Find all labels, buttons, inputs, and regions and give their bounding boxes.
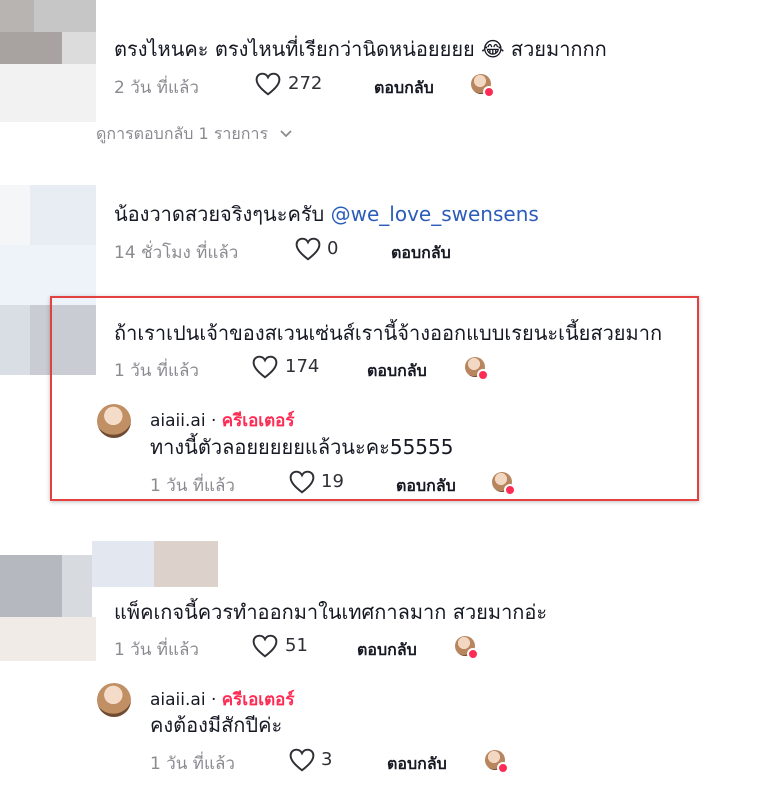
like-badge-icon: [504, 484, 516, 496]
like-button[interactable]: [255, 72, 281, 100]
like-count: 0: [327, 238, 339, 259]
comment-timestamp: 1 วัน ที่แล้ว: [114, 361, 199, 381]
separator: ·: [205, 690, 222, 710]
reply-button[interactable]: ตอบกลับ: [396, 474, 456, 499]
like-badge-icon: [483, 86, 495, 98]
separator: ·: [205, 411, 222, 431]
avatar[interactable]: [97, 404, 131, 438]
avatar[interactable]: [97, 683, 131, 717]
like-badge-icon: [477, 369, 489, 381]
username[interactable]: aiaii.ai: [150, 411, 206, 431]
comment-timestamp: 1 วัน ที่แล้ว: [114, 640, 199, 660]
reply-button[interactable]: ตอบกลับ: [374, 76, 434, 101]
heart-icon: [255, 72, 281, 96]
creator-liked-indicator: [455, 636, 479, 660]
creator-liked-indicator: [471, 74, 495, 98]
pixelated-avatar-1: [0, 0, 96, 122]
heart-icon: [289, 470, 315, 494]
reply-timestamp: 1 วัน ที่แล้ว: [150, 754, 235, 774]
heart-icon: [252, 355, 278, 379]
like-count: 272: [288, 73, 323, 94]
reply-author: aiaii.ai · ครีเอเตอร์: [150, 686, 295, 713]
comment-text: ถ้าเราเปนเจ้าของสเวนเซ่นส์เรานี้จ้างออกแ…: [114, 321, 663, 345]
creator-liked-indicator: [492, 472, 516, 496]
view-replies-label: ดูการตอบกลับ 1 รายการ: [96, 124, 269, 143]
comment-timestamp: 2 วัน ที่แล้ว: [114, 78, 199, 98]
creator-liked-indicator: [465, 357, 489, 381]
comment-text: แพ็คเกจนี้ควรทำออกมาในเทศกาลมาก สวยมากอ่…: [114, 600, 548, 624]
comment-text: ตรงไหนคะ ตรงไหนที่เรียกว่านิดหน่อยยยย 😂 …: [114, 36, 607, 62]
like-count: 51: [285, 635, 308, 656]
heart-icon: [295, 237, 321, 261]
comment-text-main: ตรงไหนคะ ตรงไหนที่เรียกว่านิดหน่อยยยย: [114, 37, 475, 61]
reply-button[interactable]: ตอบกลับ: [367, 359, 427, 384]
like-button[interactable]: [289, 748, 315, 776]
like-button[interactable]: [295, 237, 321, 265]
comment-text: น้องวาดสวยจริงๆนะครับ @we_love_swensens: [114, 201, 539, 227]
reply-button[interactable]: ตอบกลับ: [387, 752, 447, 777]
comment-text-main: น้องวาดสวยจริงๆนะครับ: [114, 202, 331, 226]
like-button[interactable]: [252, 634, 278, 662]
comment-text-tail: สวยมากกก: [510, 37, 607, 61]
heart-icon: [252, 634, 278, 658]
reply-button[interactable]: ตอบกลับ: [391, 241, 451, 266]
heart-icon: [289, 748, 315, 772]
mention-link[interactable]: @we_love_swensens: [331, 202, 539, 226]
reply-timestamp: 1 วัน ที่แล้ว: [150, 476, 235, 496]
like-badge-icon: [497, 762, 509, 774]
reply-button[interactable]: ตอบกลับ: [357, 638, 417, 663]
reply-text: ทางนี้ตัวลอยยยยยแล้วนะคะ55555: [150, 435, 454, 459]
creator-liked-indicator: [485, 750, 509, 774]
like-button[interactable]: [289, 470, 315, 498]
comment-timestamp: 14 ชั่วโมง ที่แล้ว: [114, 243, 239, 263]
chevron-down-icon: [280, 130, 292, 138]
like-count: 174: [285, 356, 320, 377]
creator-badge: ครีเอเตอร์: [221, 411, 295, 431]
reply-author: aiaii.ai · ครีเอเตอร์: [150, 407, 295, 434]
like-count: 19: [321, 471, 344, 492]
like-count: 3: [321, 749, 333, 770]
view-replies-button[interactable]: ดูการตอบกลับ 1 รายการ: [96, 122, 293, 147]
like-badge-icon: [467, 648, 479, 660]
creator-badge: ครีเอเตอร์: [221, 690, 295, 710]
laughing-emoji-icon: 😂: [481, 37, 505, 61]
username[interactable]: aiaii.ai: [150, 690, 206, 710]
like-button[interactable]: [252, 355, 278, 383]
reply-text: คงต้องมีสักปีค่ะ: [150, 713, 283, 737]
